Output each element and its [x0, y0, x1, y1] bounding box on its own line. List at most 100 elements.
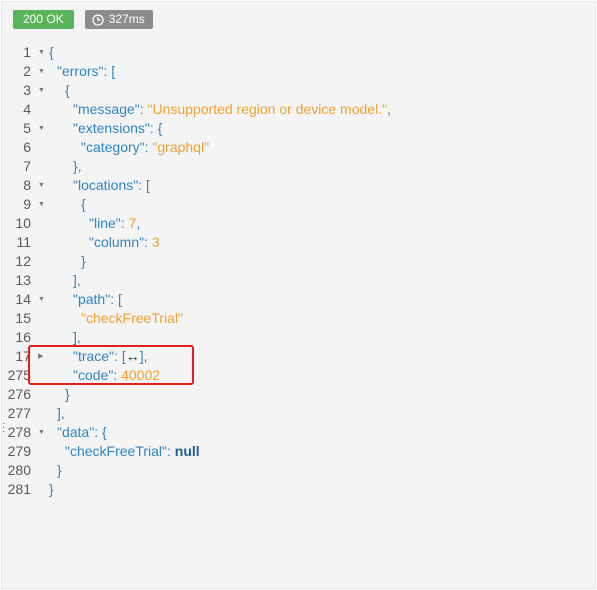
line-number: 15: [15, 310, 31, 326]
line-number: 281: [7, 481, 31, 497]
json-punctuation: {: [49, 44, 54, 60]
code-line: 12}: [2, 252, 597, 271]
json-punctuation: ,: [387, 101, 391, 117]
code-line: 6 "category": "graphql": [2, 138, 597, 157]
json-key: "checkFreeTrial": [65, 443, 167, 459]
code-text: {: [81, 195, 86, 214]
line-number: 2: [23, 63, 31, 79]
json-null: null: [174, 443, 200, 459]
response-time-label: 327ms: [108, 12, 145, 26]
collapse-arrow-icon[interactable]: ▼: [38, 81, 46, 100]
code-text: "path": [: [73, 290, 122, 309]
code-text: {: [49, 43, 54, 62]
code-text: "checkFreeTrial": null: [65, 442, 200, 461]
code-line: 277],: [2, 404, 597, 423]
clock-icon: [92, 13, 104, 26]
json-viewer: 1 ▼{2 ▼ "errors": [3 ▼{4 "message": "Unsuppor…: [2, 43, 597, 499]
code-line: 280}: [2, 461, 597, 480]
json-punctuation: {: [65, 82, 70, 98]
code-text: "message": "Unsupported region or device…: [73, 100, 391, 119]
code-text: "locations": [: [73, 176, 150, 195]
json-number: 3: [151, 234, 160, 250]
json-punctuation: },: [73, 158, 82, 174]
code-text: "extensions": {: [73, 119, 162, 138]
code-text: "data": {: [57, 423, 107, 442]
code-line: 1 ▼{: [2, 43, 597, 62]
code-text: "errors": [: [57, 62, 115, 81]
code-text: "checkFreeTrial": [81, 309, 183, 328]
code-text: {: [65, 81, 70, 100]
json-punctuation: :: [139, 101, 148, 117]
json-punctuation: ,: [136, 215, 141, 231]
json-key: "column": [89, 234, 145, 250]
code-line: 4 "message": "Unsupported region or devic…: [2, 100, 597, 119]
code-text: }: [49, 480, 54, 499]
line-number: 8: [23, 177, 31, 193]
json-key: "line": [89, 215, 121, 231]
collapse-arrow-icon[interactable]: ▼: [38, 119, 46, 138]
code-line: 13],: [2, 271, 597, 290]
json-punctuation: :: [120, 215, 129, 231]
line-number: 14: [15, 291, 31, 307]
code-text: }: [81, 252, 86, 271]
json-punctuation: : [: [103, 63, 116, 79]
code-line: 10 "line": 7,: [2, 214, 597, 233]
code-text: }: [65, 385, 70, 404]
highlight-annotation: [28, 345, 194, 385]
collapse-arrow-icon[interactable]: ▼: [38, 43, 46, 62]
collapse-arrow-icon[interactable]: ▼: [38, 290, 46, 309]
json-punctuation: ],: [57, 405, 65, 421]
collapse-arrow-icon[interactable]: ▼: [38, 62, 46, 81]
code-text: ],: [73, 271, 81, 290]
line-number: 4: [23, 101, 31, 117]
code-line: 15 "checkFreeTrial": [2, 309, 597, 328]
line-number: 17: [15, 348, 31, 364]
json-punctuation: }: [57, 462, 62, 478]
json-punctuation: : {: [94, 424, 107, 440]
json-punctuation: ],: [73, 329, 81, 345]
line-number: 5: [23, 120, 31, 136]
json-key: "message": [73, 101, 140, 117]
line-number: 275: [7, 367, 31, 383]
json-punctuation: : [: [138, 177, 150, 193]
json-punctuation: :: [144, 234, 152, 250]
json-punctuation: }: [81, 253, 86, 269]
line-number: 11: [16, 234, 31, 250]
json-key: "locations": [73, 177, 139, 193]
code-text: "line": 7,: [89, 214, 140, 233]
collapse-arrow-icon[interactable]: ▼: [38, 195, 46, 214]
line-number: 7: [23, 158, 31, 174]
code-text: ],: [57, 404, 65, 423]
json-key: "extensions": [73, 120, 150, 136]
line-number: 12: [15, 253, 31, 269]
response-time-badge: 327ms: [84, 10, 153, 29]
json-punctuation: ],: [73, 272, 81, 288]
code-text: }: [57, 461, 62, 480]
line-number: 1: [23, 44, 31, 60]
json-key: "data": [57, 424, 95, 440]
code-line: 3 ▼ {: [2, 81, 597, 100]
code-line: 279 "checkFreeTrial": null: [2, 442, 597, 461]
line-number: 16: [15, 329, 31, 345]
code-line: 14 ▼ "path": [: [2, 290, 597, 309]
code-text: },: [73, 157, 82, 176]
resize-handle-icon[interactable]: · · ·: [2, 419, 5, 437]
code-line: 11 "column": 3: [2, 233, 597, 252]
json-punctuation: {: [81, 196, 86, 212]
json-punctuation: : [: [110, 291, 122, 307]
json-key: "path": [73, 291, 111, 307]
response-panel: 200 OK 327ms 1 ▼{2 ▼ "errors": [3 ▼{4 "messag…: [1, 1, 596, 589]
code-line: 8 ▼ "locations": [: [2, 176, 597, 195]
json-string: "graphql": [152, 139, 210, 155]
collapse-arrow-icon[interactable]: ▼: [38, 176, 46, 195]
json-string: "Unsupported region or device model.": [147, 101, 388, 117]
json-punctuation: }: [49, 481, 54, 497]
line-number: 276: [7, 386, 31, 402]
collapse-arrow-icon[interactable]: ▼: [38, 423, 46, 442]
json-punctuation: :: [167, 443, 175, 459]
line-number: 10: [15, 215, 31, 231]
json-punctuation: : {: [149, 120, 163, 136]
line-number: 277: [7, 405, 31, 421]
line-number: 280: [7, 462, 31, 478]
code-line: 281}: [2, 480, 597, 499]
